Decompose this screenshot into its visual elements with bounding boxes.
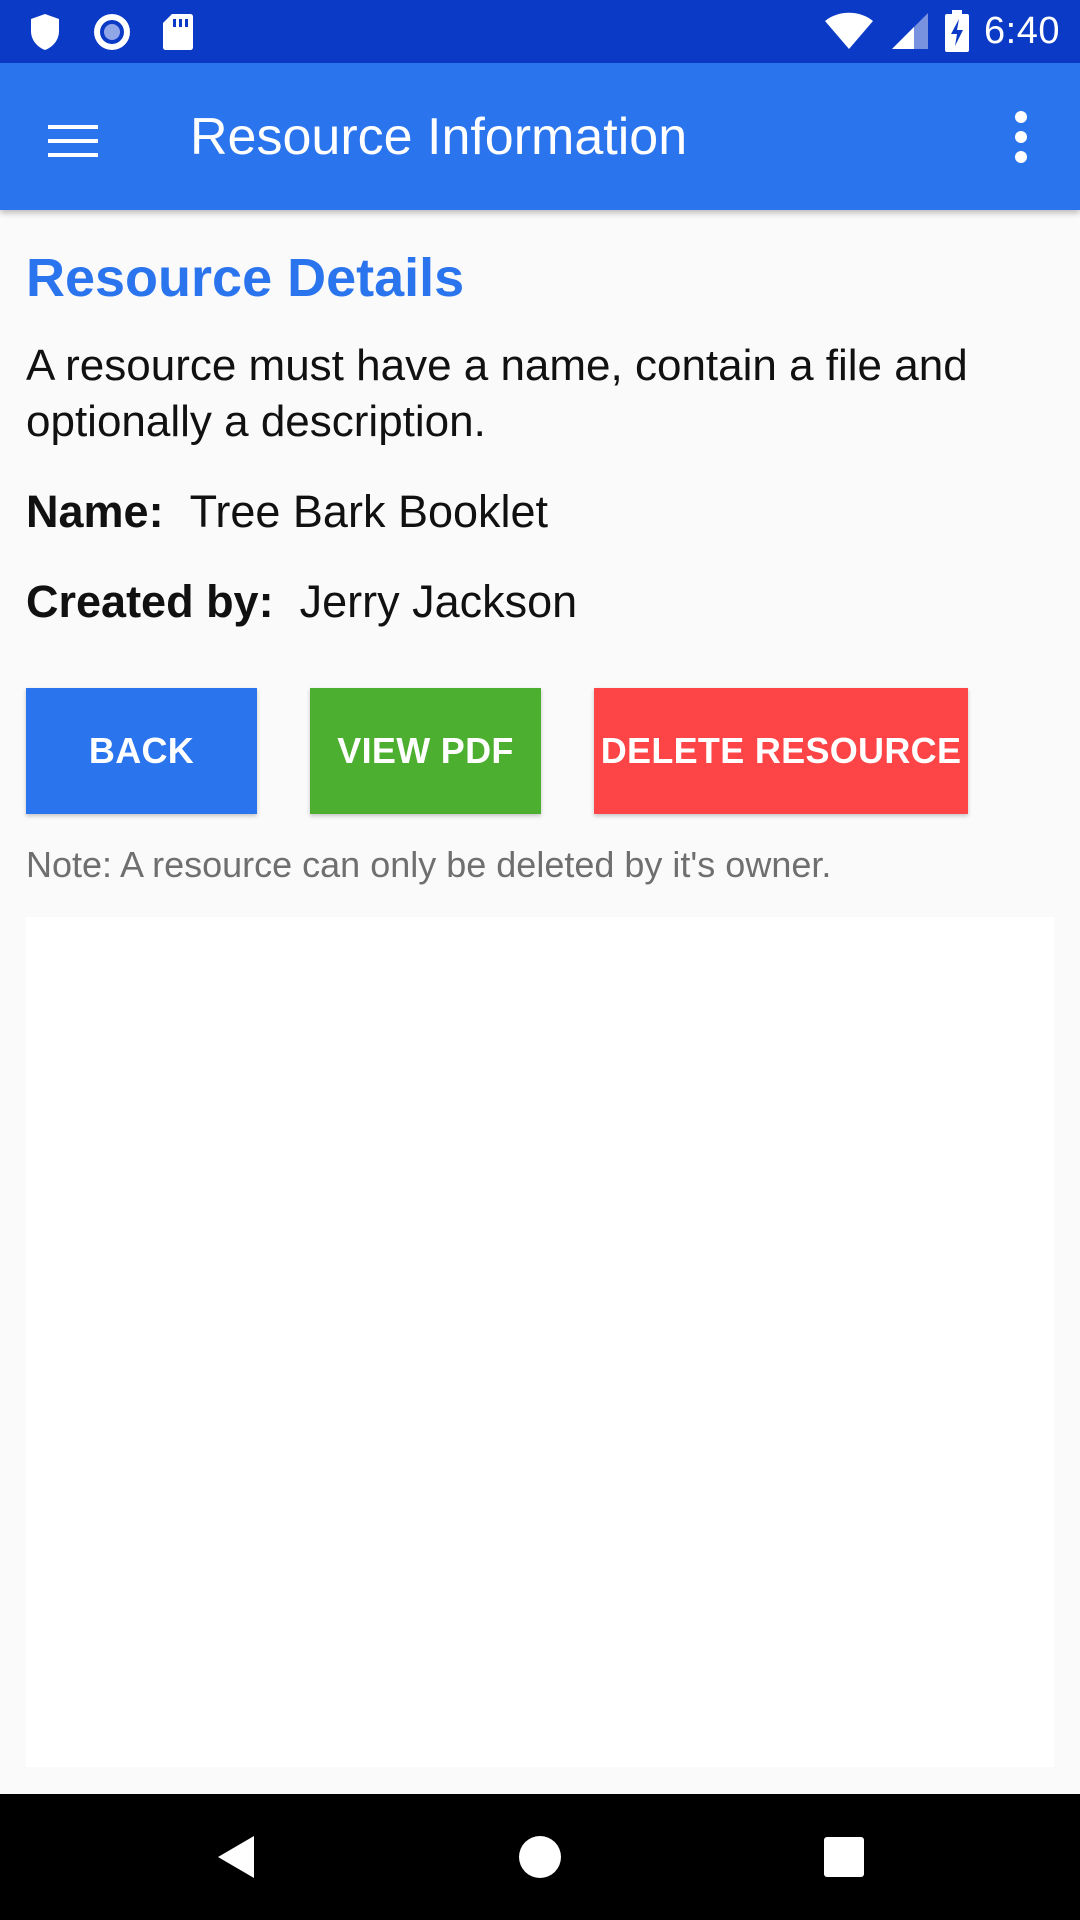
recents-square-icon [824,1837,864,1877]
name-label: Name: [26,486,164,537]
status-notification-icons [28,10,194,54]
name-row: Name: Tree Bark Booklet [26,484,1056,540]
view-pdf-button[interactable]: VIEW PDF [310,688,541,814]
created-by-label: Created by: [26,576,274,627]
delete-note: Note: A resource can only be deleted by … [26,844,832,885]
sd-card-icon [163,14,193,50]
battery-charging-icon [945,10,970,52]
app-bar-title: Resource Information [190,108,688,166]
action-buttons: BACK VIEW PDF DELETE RESOURCE [26,688,1056,814]
record-icon [94,14,130,50]
hamburger-menu-icon [48,125,98,157]
shield-icon [31,14,59,50]
delete-resource-button[interactable]: DELETE RESOURCE [594,688,968,814]
more-vert-icon [1015,111,1027,163]
signal-icon [892,13,929,49]
section-title: Resource Details [26,248,465,308]
status-clock: 6:40 [984,9,1060,52]
system-nav-bar [0,1794,1080,1920]
resource-description: A resource must have a name, contain a f… [26,341,968,446]
menu-button[interactable] [28,107,118,167]
app-bar: Resource Information [0,63,1080,210]
wifi-icon [825,12,874,49]
back-triangle-icon [218,1836,254,1878]
status-bar: 6:40 [0,0,1080,63]
nav-back-button[interactable] [202,1824,268,1890]
resource-details-content: Resource Details A resource must have a … [26,210,1056,885]
nav-recents-button[interactable] [811,1824,877,1890]
nav-home-button[interactable] [507,1824,573,1890]
created-by-value: Jerry Jackson [299,576,578,627]
overflow-menu-button[interactable] [986,101,1056,173]
created-by-row: Created by: Jerry Jackson [26,574,1056,630]
name-value: Tree Bark Booklet [189,486,549,537]
home-circle-icon [519,1836,561,1878]
back-button[interactable]: BACK [26,688,257,814]
resource-preview-area [26,917,1054,1767]
status-system-icons: 6:40 [824,8,1060,54]
